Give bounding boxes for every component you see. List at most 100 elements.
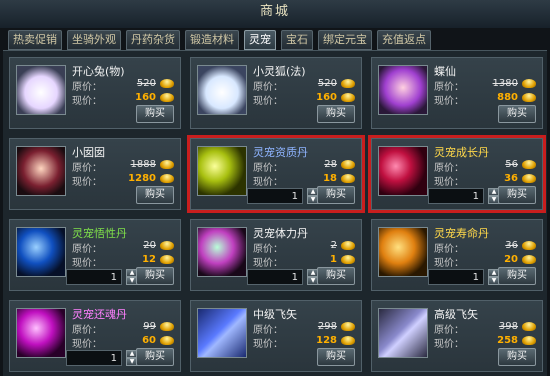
quantity-input[interactable]: 1: [428, 188, 484, 204]
gold-ingot-icon: [160, 255, 174, 264]
purple-scroll-icon[interactable]: [378, 308, 428, 358]
current-price-label: 现价：: [253, 258, 283, 269]
original-price-value: 1380: [492, 78, 518, 89]
product-name: 小囡囡: [72, 146, 105, 159]
blue-pill-icon[interactable]: [16, 227, 66, 277]
current-price-label: 现价：: [253, 339, 283, 350]
original-price-label: 原价：: [434, 163, 464, 174]
product-card: 小灵狐(法) 原价： 现价： 520 160 购买: [190, 57, 362, 129]
green-pill-icon[interactable]: [197, 227, 247, 277]
current-price-value: 60: [142, 335, 156, 346]
gold-ingot-icon: [160, 322, 174, 331]
tab-hot-sale[interactable]: 热卖促销: [8, 30, 62, 50]
product-card: 灵宠成长丹 原价： 现价： 56 36 1 ▲ ▼ 购买: [368, 135, 546, 213]
buy-button[interactable]: 购买: [136, 348, 174, 366]
original-price-value: 520: [317, 78, 337, 89]
orange-pill-icon[interactable]: [378, 227, 428, 277]
original-price-label: 原价：: [434, 244, 464, 255]
current-price-label: 现价：: [72, 258, 102, 269]
magenta-pill-icon[interactable]: [16, 308, 66, 358]
gold-ingot-icon: [160, 79, 174, 88]
quantity-input[interactable]: 1: [247, 269, 303, 285]
tab-pills-misc[interactable]: 丹药杂货: [126, 30, 180, 50]
current-price-label: 现价：: [434, 96, 464, 107]
little-girl-pet-icon[interactable]: [16, 146, 66, 196]
original-price-value: 2: [330, 240, 337, 251]
current-price-label: 现价：: [253, 177, 283, 188]
gold-ingot-icon: [341, 174, 355, 183]
original-price-value: 398: [498, 321, 518, 332]
product-name: 灵宠寿命丹: [434, 227, 489, 240]
current-price-label: 现价：: [72, 177, 102, 188]
rabbit-pet-icon[interactable]: [16, 65, 66, 115]
gold-ingot-icon: [341, 255, 355, 264]
gold-ingot-icon: [160, 93, 174, 102]
tab-recharge-rebate[interactable]: 充值返点: [377, 30, 431, 50]
product-card: 中级飞矢 原价： 现价： 298 128 购买: [190, 300, 362, 372]
buy-button[interactable]: 购买: [317, 186, 355, 204]
original-price-value: 298: [317, 321, 337, 332]
product-card: 灵宠悟性丹 原价： 现价： 20 12 1 ▲ ▼ 购买: [9, 219, 181, 291]
buy-button[interactable]: 购买: [317, 105, 355, 123]
original-price-label: 原价：: [434, 82, 464, 93]
product-card: 灵宠体力丹 原价： 现价： 2 1 1 ▲ ▼ 购买: [190, 219, 362, 291]
gold-ingot-icon: [341, 93, 355, 102]
product-name: 中级飞矢: [253, 308, 297, 321]
gold-ingot-icon: [341, 336, 355, 345]
red-pill-icon[interactable]: [378, 146, 428, 196]
current-price-value: 160: [135, 92, 156, 103]
butterfly-fairy-icon[interactable]: [378, 65, 428, 115]
gold-ingot-icon: [522, 255, 536, 264]
tab-gems[interactable]: 宝石: [281, 30, 313, 50]
original-price-value: 520: [136, 78, 156, 89]
quantity-input[interactable]: 1: [66, 269, 122, 285]
product-name: 小灵狐(法): [253, 65, 306, 78]
buy-button[interactable]: 购买: [498, 186, 536, 204]
current-price-value: 18: [323, 173, 337, 184]
quantity-input[interactable]: 1: [66, 350, 122, 366]
gold-ingot-icon: [522, 160, 536, 169]
tab-pets[interactable]: 灵宠: [244, 30, 276, 50]
original-price-value: 56: [505, 159, 518, 170]
current-price-value: 20: [504, 254, 518, 265]
window-titlebar: 商城: [0, 0, 550, 28]
tab-bound-ingots[interactable]: 绑定元宝: [318, 30, 372, 50]
product-card: 灵宠还魂丹 原价： 现价： 99 60 1 ▲ ▼ 购买: [9, 300, 181, 372]
gold-ingot-icon: [160, 160, 174, 169]
gold-ingot-icon: [160, 241, 174, 250]
original-price-label: 原价：: [72, 82, 102, 93]
product-card: 蝶仙 原价： 现价： 1380 880 购买: [371, 57, 543, 129]
gold-ingot-icon: [522, 79, 536, 88]
yellow-pill-icon[interactable]: [197, 146, 247, 196]
tab-forging-materials[interactable]: 锻造材料: [185, 30, 239, 50]
product-name: 灵宠悟性丹: [72, 227, 127, 240]
product-name: 高级飞矢: [434, 308, 478, 321]
gold-ingot-icon: [522, 241, 536, 250]
product-name: 灵宠体力丹: [253, 227, 308, 240]
blue-scroll-icon[interactable]: [197, 308, 247, 358]
buy-button[interactable]: 购买: [136, 267, 174, 285]
current-price-value: 12: [142, 254, 156, 265]
buy-button[interactable]: 购买: [317, 348, 355, 366]
buy-button[interactable]: 购买: [498, 348, 536, 366]
original-price-value: 99: [143, 321, 156, 332]
tab-mount-appearance[interactable]: 坐骑外观: [67, 30, 121, 50]
buy-button[interactable]: 购买: [498, 105, 536, 123]
buy-button[interactable]: 购买: [317, 267, 355, 285]
original-price-value: 1888: [130, 159, 156, 170]
buy-button[interactable]: 购买: [498, 267, 536, 285]
quantity-input[interactable]: 1: [428, 269, 484, 285]
buy-button[interactable]: 购买: [136, 186, 174, 204]
fox-pet-icon[interactable]: [197, 65, 247, 115]
gold-ingot-icon: [341, 322, 355, 331]
original-price-label: 原价：: [253, 244, 283, 255]
current-price-value: 160: [316, 92, 337, 103]
gold-ingot-icon: [522, 322, 536, 331]
current-price-value: 1280: [128, 173, 156, 184]
gold-ingot-icon: [160, 174, 174, 183]
current-price-value: 128: [316, 335, 337, 346]
original-price-value: 28: [324, 159, 337, 170]
current-price-label: 现价：: [434, 258, 464, 269]
buy-button[interactable]: 购买: [136, 105, 174, 123]
quantity-input[interactable]: 1: [247, 188, 303, 204]
